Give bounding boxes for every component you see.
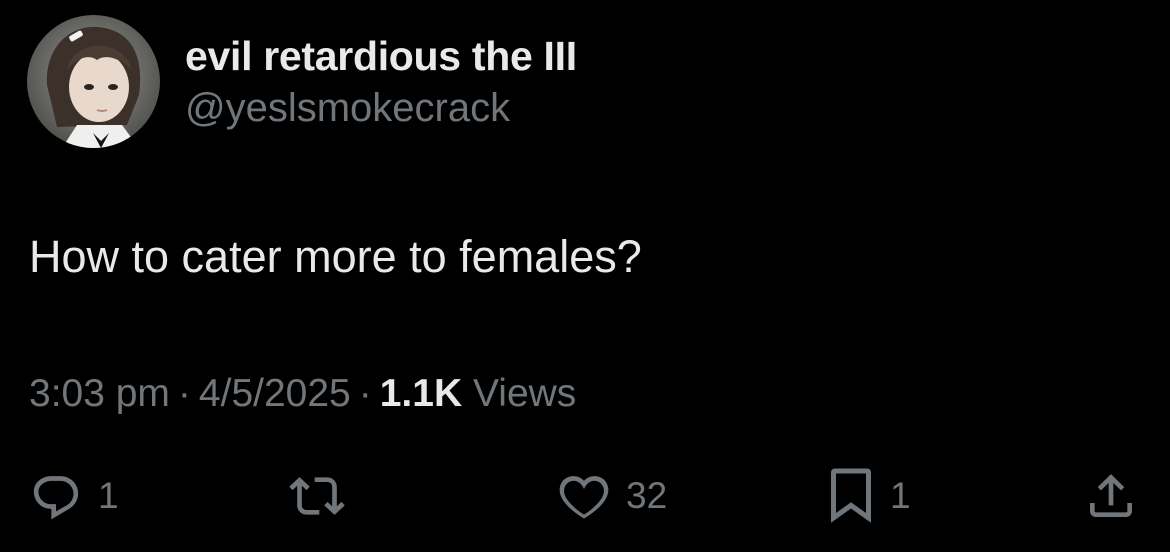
display-name[interactable]: evil retardious the III bbox=[185, 33, 577, 80]
user-handle[interactable]: @yeslsmokecrack bbox=[185, 86, 510, 131]
share-icon bbox=[1090, 474, 1132, 517]
reply-button[interactable]: 1 bbox=[28, 468, 119, 524]
tweet-time[interactable]: 3:03 pm bbox=[29, 372, 170, 415]
bookmark-icon bbox=[831, 468, 871, 523]
retweet-icon bbox=[289, 477, 345, 515]
bookmark-button[interactable]: 1 bbox=[826, 468, 911, 524]
tweet-date[interactable]: 4/5/2025 bbox=[199, 372, 351, 415]
like-button[interactable]: 32 bbox=[556, 468, 667, 524]
views-label[interactable]: Views bbox=[473, 372, 576, 415]
tweet-text: How to cater more to females? bbox=[29, 231, 642, 282]
meta-separator: · bbox=[358, 372, 372, 415]
avatar-image bbox=[27, 15, 160, 148]
like-count: 32 bbox=[626, 475, 668, 516]
share-button[interactable] bbox=[1083, 468, 1139, 524]
retweet-button[interactable] bbox=[285, 468, 349, 524]
views-count[interactable]: 1.1K bbox=[380, 372, 462, 415]
reply-count: 1 bbox=[98, 475, 119, 516]
reply-icon bbox=[33, 476, 79, 520]
action-bar: 1 32 1 bbox=[0, 468, 1170, 528]
meta-separator: · bbox=[177, 372, 191, 415]
tweet-meta: 3:03 pm · 4/5/2025 · 1.1K Views bbox=[29, 372, 576, 416]
tweet: evil retardious the III @yeslsmokecrack … bbox=[0, 0, 1170, 552]
avatar[interactable] bbox=[27, 15, 160, 148]
heart-icon bbox=[559, 476, 609, 519]
bookmark-count: 1 bbox=[890, 475, 911, 516]
